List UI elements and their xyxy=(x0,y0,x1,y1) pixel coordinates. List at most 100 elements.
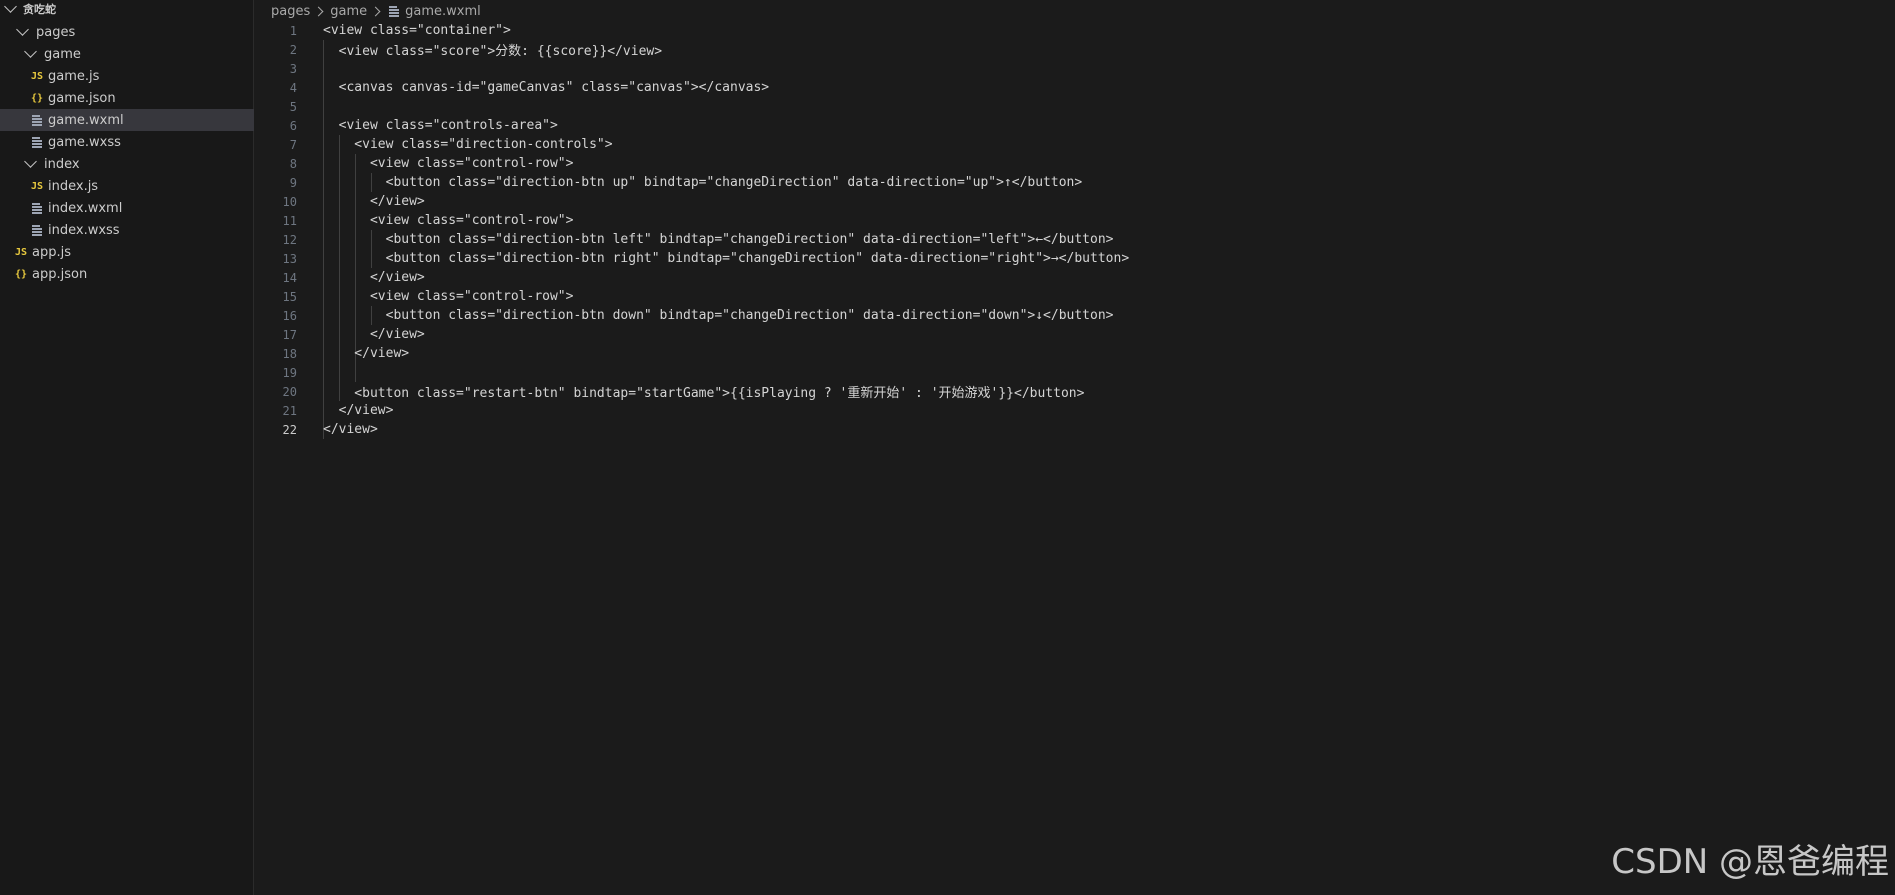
code-line: 18 </view> xyxy=(255,344,1855,363)
tree-folder-pages[interactable]: pages xyxy=(0,21,254,43)
code-text: </view> xyxy=(323,422,378,437)
markup-file-icon xyxy=(30,203,44,214)
code-line: 10 </view> xyxy=(255,192,1855,211)
tree-item-label: game.json xyxy=(48,90,116,106)
line-number: 16 xyxy=(282,308,297,323)
explorer-sidebar: 贪吃蛇 pages game JS game.js {} game.json g… xyxy=(0,0,254,895)
tree-item-label: pages xyxy=(36,24,76,40)
breadcrumb-item-pages[interactable]: pages xyxy=(271,4,310,19)
code-line: 11 <view class="control-row"> xyxy=(255,211,1855,230)
json-file-icon: {} xyxy=(14,268,28,280)
json-file-icon: {} xyxy=(30,92,44,104)
markup-file-icon xyxy=(387,6,401,17)
code-text: <button class="direction-btn down" bindt… xyxy=(323,308,1114,323)
chevron-down-icon xyxy=(16,23,29,36)
code-line: 3 xyxy=(255,59,1855,78)
tree-item-label: index.wxss xyxy=(48,222,120,238)
code-line-current: 22 </view> xyxy=(255,420,1855,439)
line-number: 3 xyxy=(289,61,297,76)
markup-file-icon xyxy=(30,115,44,126)
code-line: 21 </view> xyxy=(255,401,1855,420)
code-line: 9 <button class="direction-btn up" bindt… xyxy=(255,173,1855,192)
line-number: 1 xyxy=(289,23,297,38)
line-number: 14 xyxy=(282,270,297,285)
stylesheet-file-icon xyxy=(30,225,44,236)
editor-window: 贪吃蛇 pages game JS game.js {} game.json g… xyxy=(0,0,1895,895)
code-text: <button class="direction-btn right" bind… xyxy=(323,251,1130,266)
code-text: <button class="restart-btn" bindtap="sta… xyxy=(323,386,1085,401)
code-text: </view> xyxy=(323,270,425,285)
line-number: 4 xyxy=(289,80,297,95)
line-number: 13 xyxy=(282,251,297,266)
chevron-down-icon xyxy=(4,0,17,13)
tree-file-app-json[interactable]: {} app.json xyxy=(0,263,254,285)
tree-folder-index[interactable]: index xyxy=(0,153,254,175)
code-editor[interactable]: 1 <view class="container"> 2 <view class… xyxy=(255,21,1895,895)
chevron-right-icon xyxy=(313,6,324,16)
code-line: 12 <button class="direction-btn left" bi… xyxy=(255,230,1855,249)
chevron-down-icon xyxy=(24,45,37,58)
code-text: <button class="direction-btn up" bindtap… xyxy=(323,175,1083,190)
root-folder-label: 贪吃蛇 xyxy=(23,3,56,16)
code-text: <button class="direction-btn left" bindt… xyxy=(323,232,1114,247)
code-text: <view class="score">分数: {{score}}</view> xyxy=(323,44,663,59)
javascript-file-icon: JS xyxy=(14,246,28,258)
code-text: <view class="direction-controls"> xyxy=(323,137,613,152)
line-number: 20 xyxy=(282,384,297,399)
tree-root-folder[interactable]: 贪吃蛇 xyxy=(0,0,254,20)
code-line: 1 <view class="container"> xyxy=(255,21,1855,40)
tree-file-index-js[interactable]: JS index.js xyxy=(0,175,254,197)
code-line: 5 xyxy=(255,97,1855,116)
code-line: 13 <button class="direction-btn right" b… xyxy=(255,249,1855,268)
code-line: 20 <button class="restart-btn" bindtap="… xyxy=(255,382,1855,402)
tree-file-game-json[interactable]: {} game.json xyxy=(0,87,254,109)
line-number: 5 xyxy=(289,99,297,114)
line-number: 18 xyxy=(282,346,297,361)
tree-item-label: app.js xyxy=(32,244,71,260)
tree-item-label: index.js xyxy=(48,178,99,194)
tree-item-label: game.js xyxy=(48,68,100,84)
javascript-file-icon: JS xyxy=(30,180,44,192)
line-number: 12 xyxy=(282,232,297,247)
breadcrumb: pages game game.wxml xyxy=(271,0,481,22)
tree-item-label: game.wxss xyxy=(48,134,121,150)
code-line: 16 <button class="direction-btn down" bi… xyxy=(255,306,1855,325)
line-number: 7 xyxy=(289,137,297,152)
tree-file-index-wxss[interactable]: index.wxss xyxy=(0,219,254,241)
code-line: 2 <view class="score">分数: {{score}}</vie… xyxy=(255,40,1855,60)
code-text: </view> xyxy=(323,194,425,209)
tree-file-game-wxml[interactable]: game.wxml xyxy=(0,109,254,131)
tree-item-label: index xyxy=(44,156,80,172)
line-number: 15 xyxy=(282,289,297,304)
breadcrumb-item-game[interactable]: game xyxy=(330,4,367,19)
code-line: 4 <canvas canvas-id="gameCanvas" class="… xyxy=(255,78,1855,97)
code-text: </view> xyxy=(323,327,425,342)
code-text: <view class="container"> xyxy=(323,23,511,38)
code-text: <view class="control-row"> xyxy=(323,289,574,304)
line-number: 2 xyxy=(289,42,297,57)
code-line: 17 </view> xyxy=(255,325,1855,344)
tree-folder-game[interactable]: game xyxy=(0,43,254,65)
tree-file-game-wxss[interactable]: game.wxss xyxy=(0,131,254,153)
breadcrumb-item-file[interactable]: game.wxml xyxy=(405,4,481,19)
code-text: <canvas canvas-id="gameCanvas" class="ca… xyxy=(323,80,770,95)
watermark: CSDN @恩爸编程 xyxy=(1611,842,1889,882)
tree-item-label: index.wxml xyxy=(48,200,123,216)
line-number: 17 xyxy=(282,327,297,342)
chevron-right-icon xyxy=(370,6,381,16)
tree-file-index-wxml[interactable]: index.wxml xyxy=(0,197,254,219)
line-number: 10 xyxy=(282,194,297,209)
line-number: 19 xyxy=(282,365,297,380)
tree-item-label: app.json xyxy=(32,266,88,282)
code-text: <view class="control-row"> xyxy=(323,213,574,228)
code-line: 6 <view class="controls-area"> xyxy=(255,116,1855,135)
javascript-file-icon: JS xyxy=(30,70,44,82)
chevron-down-icon xyxy=(24,155,37,168)
code-text: </view> xyxy=(323,346,410,361)
code-line: 7 <view class="direction-controls"> xyxy=(255,135,1855,154)
tree-file-game-js[interactable]: JS game.js xyxy=(0,65,254,87)
tree-file-app-js[interactable]: JS app.js xyxy=(0,241,254,263)
tree-item-label: game.wxml xyxy=(48,112,124,128)
code-line: 15 <view class="control-row"> xyxy=(255,287,1855,306)
code-line: 19 xyxy=(255,363,1855,382)
